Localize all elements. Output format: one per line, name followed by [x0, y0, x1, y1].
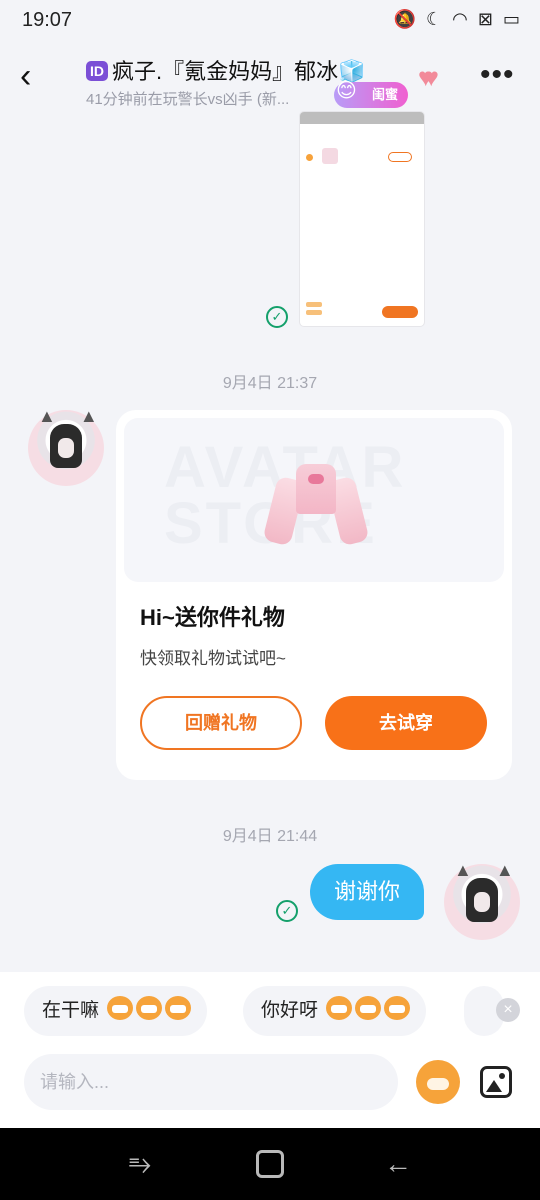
contact-avatar[interactable]: ▲▲: [28, 406, 104, 486]
timestamp: 9月4日 21:37: [222, 375, 318, 392]
chat-header: ‹ ID 疯子.『氪金妈妈』郁冰🧊 41分钟前在玩警长vs凶手 (新... 😊 闺…: [0, 42, 540, 114]
laughing-emoji-icon: [136, 996, 163, 1020]
close-suggestions-button[interactable]: ×: [496, 998, 520, 1022]
system-nav-bar: ⥱ ←: [0, 1128, 540, 1200]
gift-banner: AVATAR STORE: [124, 418, 504, 582]
laughing-emoji-icon: [107, 996, 134, 1020]
return-gift-button[interactable]: 回赠礼物: [140, 696, 302, 750]
timestamp: 9月4日 21:44: [222, 828, 318, 845]
status-time: 19:07: [22, 9, 73, 31]
home-square-icon: [256, 1150, 284, 1178]
smiling-emoji-icon: [355, 996, 382, 1020]
status-icons: 🔕 ☾ ◠ ⊠ ▭: [394, 9, 520, 30]
battery-icon: ▭: [502, 9, 520, 29]
bottom-panel: 在干嘛 你好呀 ×: [0, 972, 540, 1128]
laughing-emoji-icon: [165, 996, 192, 1020]
message-input[interactable]: [24, 1054, 398, 1110]
mute-icon: 🔕: [393, 9, 417, 29]
image-picker-button[interactable]: [480, 1066, 512, 1098]
smiley-icon: 😊: [336, 80, 357, 102]
back-button[interactable]: ‹: [20, 56, 60, 100]
contact-name[interactable]: ID 疯子.『氪金妈妈』郁冰🧊: [86, 54, 366, 86]
more-options-button[interactable]: •••: [480, 60, 515, 90]
nav-back-button[interactable]: ←: [382, 1148, 414, 1180]
status-bar: 19:07 🔕 ☾ ◠ ⊠ ▭: [0, 0, 540, 42]
try-on-button[interactable]: 去试穿: [325, 696, 487, 750]
recent-apps-button[interactable]: ⥱: [124, 1148, 156, 1180]
sticker-button[interactable]: [416, 1060, 460, 1104]
home-button[interactable]: [254, 1148, 286, 1180]
relation-badge-label: 闺蜜: [371, 87, 398, 102]
quick-reply-label: 你好呀: [261, 1000, 319, 1021]
read-check-icon: ✓: [266, 306, 288, 328]
gift-card[interactable]: AVATAR STORE Hi~送你件礼物 快领取礼物试试吧~ 回赠礼物 去试穿: [116, 410, 512, 780]
my-message-bubble[interactable]: 谢谢你: [310, 864, 424, 920]
sim-off-icon: ⊠: [477, 9, 493, 29]
smiling-emoji-icon: [326, 996, 353, 1020]
id-badge: ID: [86, 61, 108, 81]
smiling-emoji-icon: [384, 996, 411, 1020]
contact-status: 41分钟前在玩警长vs凶手 (新...: [86, 91, 290, 108]
image-message[interactable]: [300, 112, 424, 326]
thumb-row: [306, 148, 416, 166]
dnd-moon-icon: ☾: [426, 9, 443, 29]
quick-reply-chip[interactable]: 在干嘛: [24, 986, 208, 1036]
wifi-icon: ◠: [452, 9, 468, 29]
quick-reply-chip[interactable]: 你好呀: [243, 986, 427, 1036]
gift-title: Hi~送你件礼物: [140, 605, 285, 630]
gift-description: 快领取礼物试试吧~: [140, 649, 286, 668]
read-check-icon: ✓: [276, 900, 298, 922]
back-arrow-icon: ‹: [20, 57, 32, 95]
hearts-icon[interactable]: ♥♥: [418, 62, 439, 93]
relation-badge[interactable]: 😊 闺蜜: [334, 80, 408, 108]
my-avatar[interactable]: ▲▲: [444, 860, 520, 940]
contact-name-text: 疯子.『氪金妈妈』郁冰🧊: [112, 59, 366, 84]
gift-clothing-image: [262, 458, 370, 554]
quick-reply-label: 在干嘛: [42, 1000, 100, 1021]
